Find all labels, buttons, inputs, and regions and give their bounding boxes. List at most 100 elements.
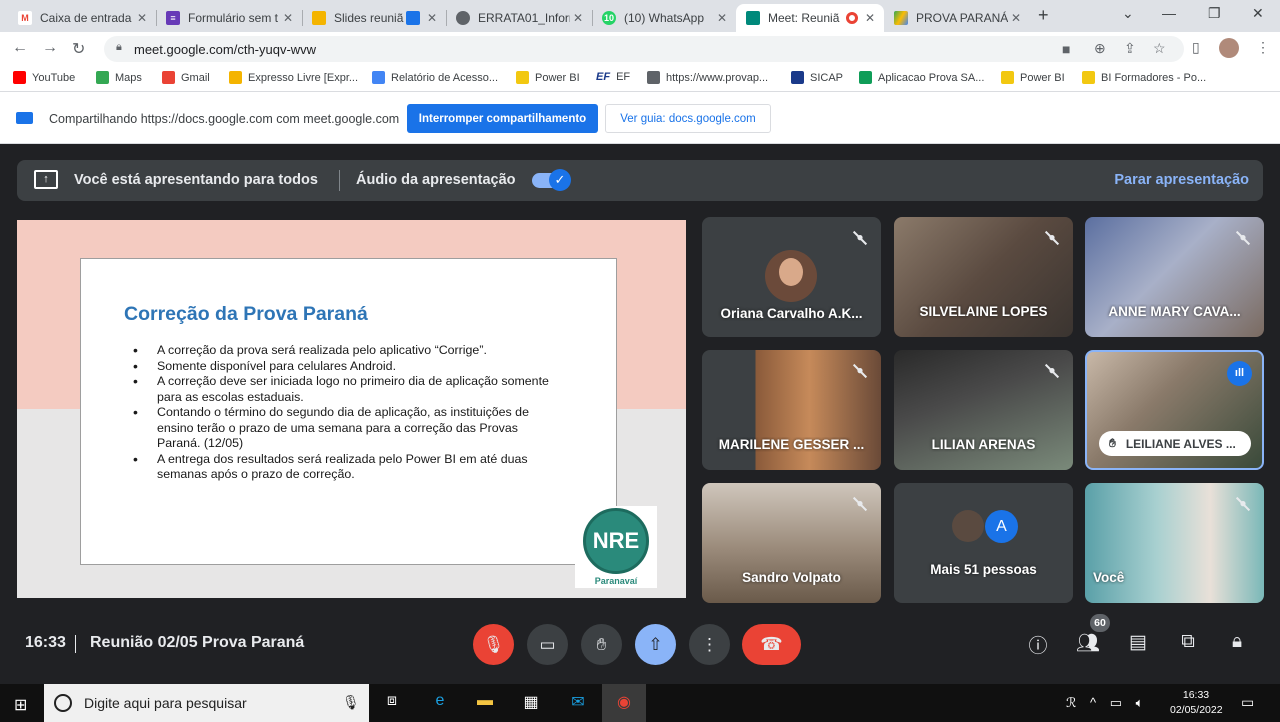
notification-icon[interactable]: ▭ (1241, 694, 1254, 711)
mic-off-button[interactable]: 🎙︎ (473, 624, 514, 665)
taskbar-search[interactable]: Digite aqui para pesquisar 🎙︎ (44, 684, 369, 722)
bookmark-youtube[interactable]: YouTube (13, 71, 75, 84)
camera-icon[interactable]: ■ (1062, 41, 1070, 57)
tab-slides[interactable]: Slides reuniã ✕ (302, 4, 446, 32)
tab-errata[interactable]: ERRATA01_Inform ✕ (446, 4, 592, 32)
new-tab-button[interactable]: + (1038, 5, 1049, 26)
people-icon[interactable]: 👥︎ (1076, 631, 1100, 655)
bookmark-powerbi-2[interactable]: Power BI (1001, 71, 1065, 84)
share-icon[interactable]: ⇪ (1124, 40, 1136, 57)
minimize-button[interactable]: — (1162, 5, 1176, 21)
participant-tile[interactable]: ıll ✋︎ LEILIANE ALVES ... (1085, 350, 1264, 470)
participant-tile[interactable]: ● Sandro Volpato (702, 483, 881, 603)
chevron-down-icon[interactable]: ⌄ (1122, 5, 1134, 22)
task-view-icon[interactable]: ⧈ (380, 692, 404, 714)
self-tile[interactable]: ● Você (1085, 483, 1264, 603)
bookmark-expresso[interactable]: Expresso Livre [Expr... (229, 71, 358, 84)
participant-name: ANNE MARY CAVA... (1108, 304, 1241, 319)
youtube-icon (13, 71, 26, 84)
close-icon[interactable]: ✕ (1008, 11, 1024, 25)
profile-avatar[interactable] (1219, 38, 1239, 58)
close-icon[interactable]: ✕ (134, 11, 150, 25)
chrome-icon[interactable]: ◉ (602, 684, 646, 722)
view-tab-button[interactable]: Ver guia: docs.google.com (605, 104, 771, 133)
meet-icon (746, 11, 760, 25)
restore-button[interactable]: ❐ (1208, 5, 1221, 22)
stop-presenting-button[interactable]: Parar apresentação (1114, 172, 1249, 188)
bookmarks-bar: YouTube Maps Gmail Expresso Livre [Expr.… (0, 66, 1280, 92)
address-bar[interactable]: 🔒︎ meet.google.com/cth-yuqv-wvw ■ ⊕ ⇪ ☆ (104, 36, 1184, 62)
back-arrow-icon[interactable]: ← (12, 39, 28, 57)
close-icon[interactable]: ✕ (570, 11, 586, 25)
logo-text: NRE (583, 508, 649, 574)
participant-tile[interactable]: ● SILVELAINE LOPES (894, 217, 1073, 337)
forward-arrow-icon[interactable]: → (42, 39, 58, 57)
bullet-item: A entrega dos resultados será realizada … (133, 452, 553, 483)
close-icon[interactable]: ✕ (424, 11, 440, 25)
relatorio-icon (372, 71, 385, 84)
windows-start-icon[interactable]: ⊞ (14, 695, 27, 715)
bookmark-ef[interactable]: EF EF (596, 71, 630, 83)
hand-icon: ✋︎ (1109, 436, 1116, 450)
participant-tile[interactable]: ● MARILENE GESSER ... (702, 350, 881, 470)
gmail-icon: M (18, 11, 32, 25)
tab-gmail[interactable]: M Caixa de entrada ✕ (8, 4, 156, 32)
bookmark-aplicacao[interactable]: Aplicacao Prova SA... (859, 71, 984, 84)
close-icon[interactable]: ✕ (280, 11, 296, 25)
tab-drive[interactable]: PROVA PARANÁ ✕ (884, 4, 1030, 32)
participant-count-badge: 60 (1090, 614, 1110, 632)
menu-icon[interactable]: ⋮ (1256, 39, 1270, 56)
chat-icon[interactable]: ▤ (1126, 631, 1150, 654)
mic-off-icon: ● (1235, 496, 1251, 512)
mic-off-icon: ● (852, 363, 868, 379)
mail-icon[interactable]: ✉ (566, 692, 590, 714)
more-participants-tile[interactable]: A Mais 51 pessoas (894, 483, 1073, 603)
microphone-icon[interactable]: 🎙︎ (342, 694, 360, 711)
close-window-button[interactable]: ✕ (1252, 5, 1264, 22)
camera-button[interactable]: ▭ (527, 624, 568, 665)
leave-call-button[interactable]: ☎︎ (742, 624, 801, 665)
check-icon[interactable]: ✓ (549, 169, 571, 191)
windows-taskbar: ⊞ Digite aqui para pesquisar 🎙︎ ⧈ e ▬ ▦ … (0, 684, 1280, 722)
stop-sharing-button[interactable]: Interromper compartilhamento (407, 104, 598, 133)
tab-meet[interactable]: Meet: Reuniã ✕ (736, 4, 884, 32)
sheets-icon (859, 71, 872, 84)
participant-tile[interactable]: ● Oriana Carvalho A.K... (702, 217, 881, 337)
tab-whatsapp[interactable]: 10 (10) WhatsApp ✕ (592, 4, 736, 32)
close-icon[interactable]: ✕ (714, 11, 730, 25)
activities-icon[interactable]: ⧉ (1176, 631, 1200, 653)
file-explorer-icon[interactable]: ▬ (473, 692, 497, 714)
star-icon[interactable]: ☆ (1153, 40, 1166, 57)
info-icon[interactable]: ⓘ (1026, 631, 1050, 658)
bookmark-gmail[interactable]: Gmail (162, 71, 210, 84)
taskbar-clock[interactable]: 16:33 02/05/2022 (1170, 688, 1223, 718)
participant-tile[interactable]: ● ANNE MARY CAVA... (1085, 217, 1264, 337)
participant-name: Sandro Volpato (742, 570, 841, 585)
avatar (952, 510, 984, 542)
reload-icon[interactable]: ↻ (72, 39, 85, 59)
bookmark-powerbi[interactable]: Power BI (516, 71, 580, 84)
bookmark-sicap[interactable]: SICAP (791, 71, 843, 84)
tab-forms[interactable]: ≡ Formulário sem t ✕ (156, 4, 302, 32)
bookmark-relatorio[interactable]: Relatório de Acesso... (372, 71, 498, 84)
store-icon[interactable]: ▦ (519, 692, 543, 714)
zoom-icon[interactable]: ⊕ (1094, 40, 1106, 57)
participant-tile[interactable]: ● LILIAN ARENAS (894, 350, 1073, 470)
present-button[interactable]: ⇧ (635, 624, 676, 665)
edge-icon[interactable]: e (428, 692, 452, 714)
bookmark-bi-formadores[interactable]: BI Formadores - Po... (1082, 71, 1206, 84)
side-panel-icon[interactable]: ▯ (1192, 39, 1200, 56)
raise-hand-button[interactable]: ✋︎ (581, 624, 622, 665)
bookmark-maps[interactable]: Maps (96, 71, 142, 84)
presentation-view: Correção da Prova Paraná A correção da p… (17, 220, 686, 598)
bookmark-provap[interactable]: https://www.provap... (647, 71, 768, 84)
presenting-banner: ↑ Você está apresentando para todos Áudi… (17, 160, 1263, 201)
tab-title: Meet: Reuniã (768, 11, 840, 25)
host-controls-icon[interactable]: 🔒︎ (1225, 631, 1249, 653)
close-icon[interactable]: ✕ (862, 11, 878, 25)
more-options-button[interactable]: ⋮ (689, 624, 730, 665)
participant-name: Oriana Carvalho A.K... (720, 306, 863, 321)
taskbar-date: 02/05/2022 (1170, 704, 1223, 716)
globe-icon (456, 11, 470, 25)
browser-tab-strip: M Caixa de entrada ✕ ≡ Formulário sem t … (0, 0, 1280, 32)
